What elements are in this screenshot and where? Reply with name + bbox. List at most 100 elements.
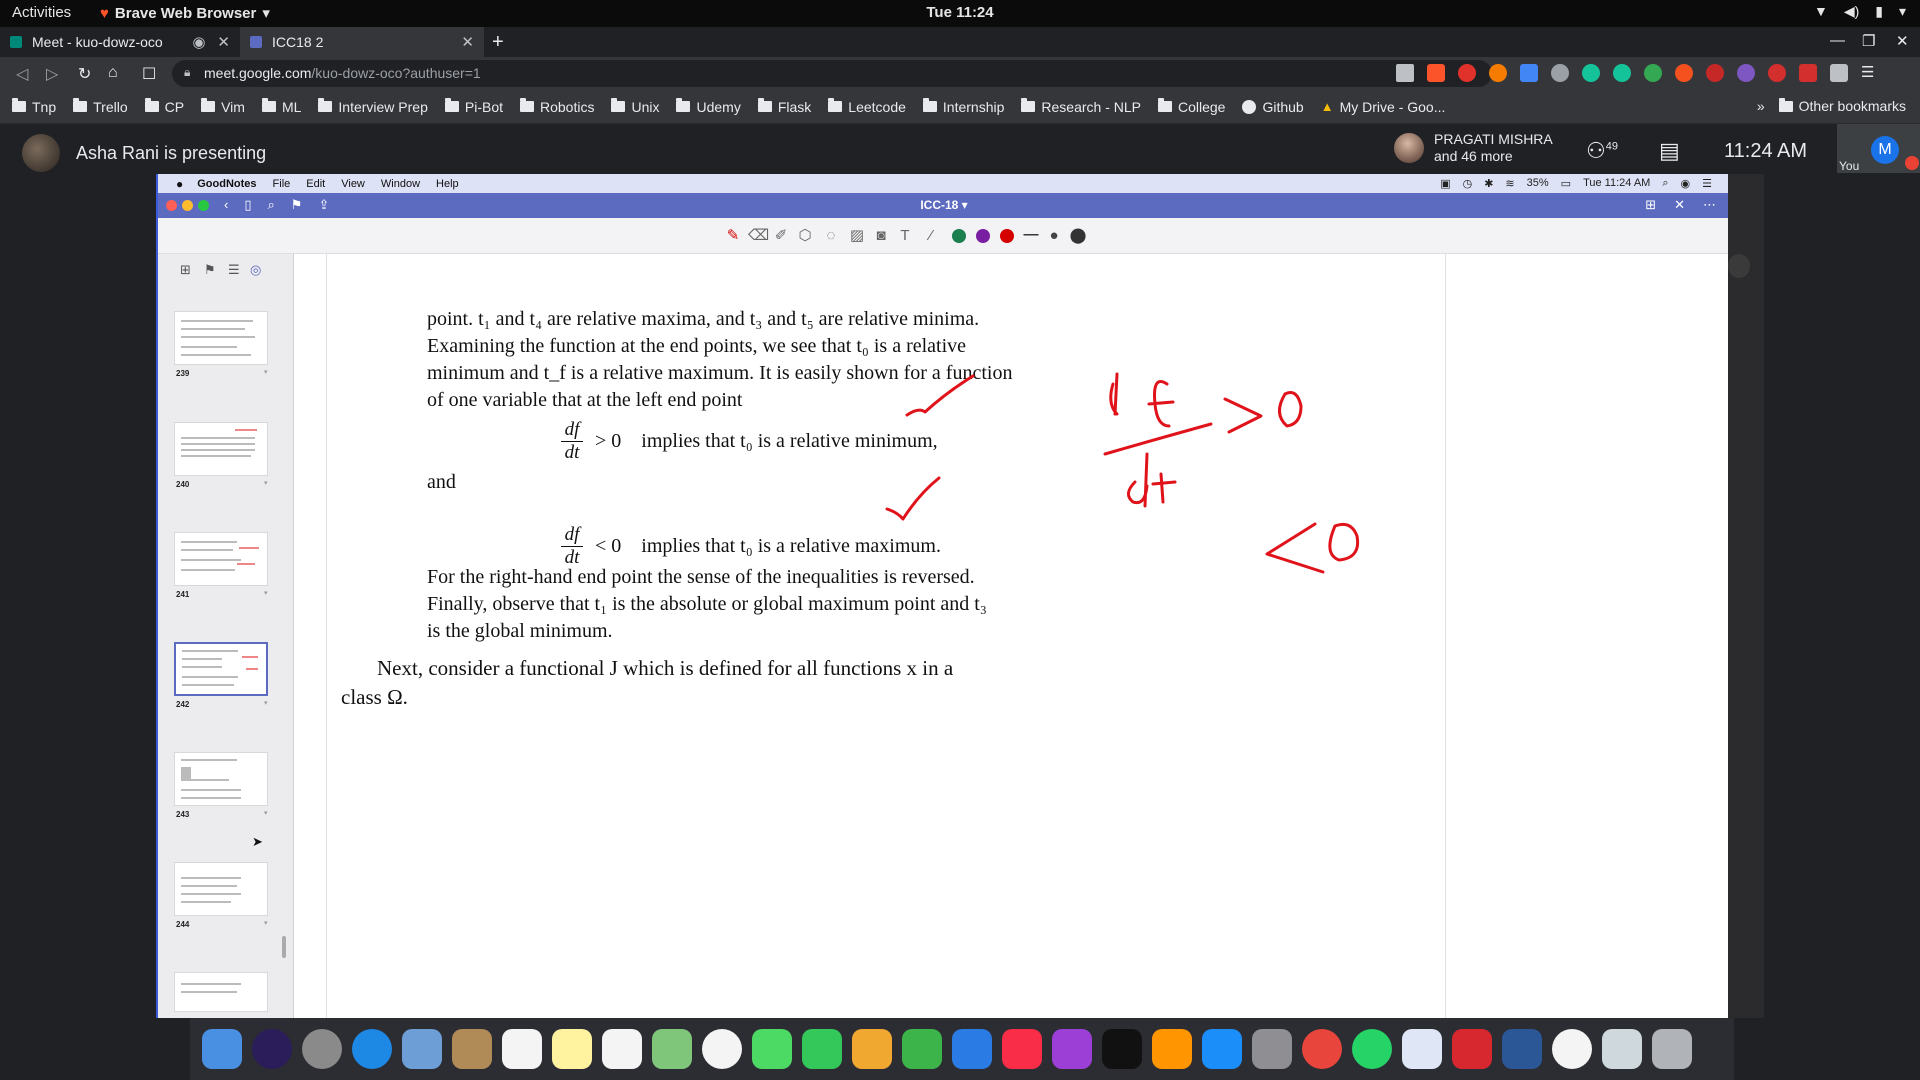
- participant-avatar: [1394, 133, 1424, 163]
- mac-dock: [190, 1018, 1734, 1080]
- bookmark-github[interactable]: Github: [1242, 99, 1304, 115]
- more-bookmarks-button[interactable]: »: [1757, 98, 1765, 114]
- people-icon[interactable]: ⚇49: [1586, 138, 1618, 164]
- numbers-icon: [902, 1029, 942, 1069]
- bookmark-pi-bot[interactable]: Pi-Bot: [444, 98, 503, 115]
- forward-icon[interactable]: ▷: [46, 64, 58, 84]
- tab-close-icon[interactable]: ✕: [217, 33, 230, 51]
- notification-center-icon: ☰: [1702, 178, 1712, 190]
- tab-icc18[interactable]: ICC18 2 ✕: [240, 27, 484, 57]
- reload-icon[interactable]: ↻: [78, 64, 91, 84]
- bookmark-icon[interactable]: ☐: [142, 64, 156, 84]
- bookmark-leetcode[interactable]: Leetcode: [828, 98, 906, 115]
- bookmark-udemy[interactable]: Udemy: [676, 98, 741, 115]
- grammarly-alt-icon[interactable]: [1613, 64, 1631, 82]
- extension-record-icon[interactable]: [1768, 64, 1786, 82]
- close-icon: ✕: [1674, 197, 1685, 212]
- self-tile[interactable]: M You: [1837, 124, 1920, 173]
- bookmarks-overflow: » Other bookmarks: [1757, 97, 1906, 114]
- address-bar[interactable]: 🔒︎ meet.google.com/kuo-dowz-oco?authuser…: [172, 60, 1492, 87]
- alarm-icon[interactable]: [1675, 64, 1693, 82]
- folder-icon: [757, 98, 772, 112]
- system-tray[interactable]: ▼ ◀) ▮ ▾: [1814, 3, 1906, 20]
- document-title: ICC-18 ▾: [920, 198, 968, 212]
- bookmark-interview-prep[interactable]: Interview Prep: [318, 98, 428, 115]
- participant-thumbnail: [1728, 254, 1750, 278]
- grammarly-icon[interactable]: [1582, 64, 1600, 82]
- handwritten-annotations: [885, 372, 1360, 574]
- keynote-icon: [952, 1029, 992, 1069]
- chat-icon[interactable]: ▤: [1659, 138, 1680, 164]
- bookmark-unix[interactable]: Unix: [611, 98, 659, 115]
- chevron-down-icon: ▾: [264, 480, 268, 487]
- brave-shields-icon[interactable]: [1427, 64, 1445, 82]
- new-tab-button[interactable]: +: [492, 31, 504, 54]
- chevron-down-icon: ▾: [264, 590, 268, 597]
- bookmark-trello[interactable]: Trello: [73, 98, 128, 115]
- bookmark-ml[interactable]: ML: [261, 98, 301, 115]
- bookmark-cp[interactable]: CP: [144, 98, 184, 115]
- page-thumbnail: [174, 532, 268, 586]
- menu-window: Window: [380, 177, 421, 190]
- trash-icon: [1652, 1029, 1692, 1069]
- bookmark-internship[interactable]: Internship: [922, 98, 1005, 115]
- tab-favicon-icon: [250, 36, 262, 48]
- shapes-icon: ⬡: [798, 227, 812, 244]
- brave-rewards-icon[interactable]: [1458, 64, 1476, 82]
- bookmark-label: Vim: [221, 98, 245, 115]
- bookmark-tnp[interactable]: Tnp: [12, 98, 56, 115]
- stroke-thick-icon: ⬤: [1069, 227, 1087, 244]
- extension-mask-icon[interactable]: [1737, 64, 1755, 82]
- bookmark-research-nlp[interactable]: Research - NLP: [1021, 98, 1141, 115]
- tab-meet[interactable]: Meet - kuo-dowz-oco ◉ ✕: [0, 27, 240, 57]
- add-extension-icon[interactable]: [1644, 64, 1662, 82]
- extension-gray-icon[interactable]: [1551, 64, 1569, 82]
- extension-orange-icon[interactable]: [1489, 64, 1507, 82]
- handwritten-zero-1: [1278, 391, 1303, 428]
- ublock-icon[interactable]: [1706, 64, 1724, 82]
- menu-icon[interactable]: ☰: [1861, 64, 1879, 82]
- camera-icon[interactable]: [1396, 64, 1414, 82]
- battery-level: 35%: [1526, 177, 1549, 189]
- home-icon[interactable]: ⌂: [108, 64, 118, 82]
- page-number: 240: [176, 480, 190, 489]
- page-thumbnail: [174, 311, 268, 365]
- restore-icon[interactable]: ❐: [1862, 32, 1875, 50]
- reminders-icon: [602, 1029, 642, 1069]
- menu-edit: Edit: [306, 177, 326, 190]
- calendar-extension-icon[interactable]: [1799, 64, 1817, 82]
- chevron-down-icon: ▾: [264, 920, 268, 927]
- bookmark-my-drive[interactable]: ▲ My Drive - Goo...: [1321, 99, 1446, 115]
- handwritten-less-than: [1265, 522, 1325, 574]
- bookmark-label: Other bookmarks: [1798, 98, 1906, 114]
- downloads-folder-icon: [1602, 1029, 1642, 1069]
- system-clock[interactable]: Tue 11:24: [0, 4, 1920, 21]
- bookmark-flask[interactable]: Flask: [757, 98, 811, 115]
- google-drive-icon: ▲: [1320, 99, 1334, 114]
- bookmark-robotics[interactable]: Robotics: [520, 98, 594, 115]
- page-thumbnail: [174, 422, 268, 476]
- window-close-icon[interactable]: ✕: [1896, 32, 1909, 50]
- tab-close-icon[interactable]: ✕: [461, 33, 474, 51]
- url-host: meet.google.com: [204, 65, 312, 81]
- participants-summary[interactable]: PRAGATI MISHRA and 46 more: [1394, 131, 1553, 165]
- puzzle-icon[interactable]: [1830, 64, 1848, 82]
- bookmark-vim[interactable]: Vim: [201, 98, 245, 115]
- app-store-icon: [1202, 1029, 1242, 1069]
- bookmark-label: Internship: [942, 98, 1005, 115]
- translate-icon[interactable]: [1520, 64, 1538, 82]
- music-icon: [1002, 1029, 1042, 1069]
- checkmark-2: [885, 476, 941, 521]
- other-bookmarks[interactable]: Other bookmarks: [1778, 97, 1906, 114]
- camera-icon: ◙: [876, 227, 886, 244]
- apple-tv-icon: [1102, 1029, 1142, 1069]
- handwritten-fraction-bar: [1103, 422, 1213, 456]
- siri-icon: [252, 1029, 292, 1069]
- grid-view-icon: ⊞: [180, 262, 191, 277]
- sidebar-scrollbar: [282, 936, 286, 958]
- back-icon[interactable]: ◁: [16, 64, 28, 84]
- minimize-icon[interactable]: —: [1830, 32, 1845, 49]
- lock-icon: 🔒︎: [184, 65, 191, 79]
- bookmark-college[interactable]: College: [1157, 98, 1225, 115]
- battery-icon: ▭: [1560, 178, 1572, 190]
